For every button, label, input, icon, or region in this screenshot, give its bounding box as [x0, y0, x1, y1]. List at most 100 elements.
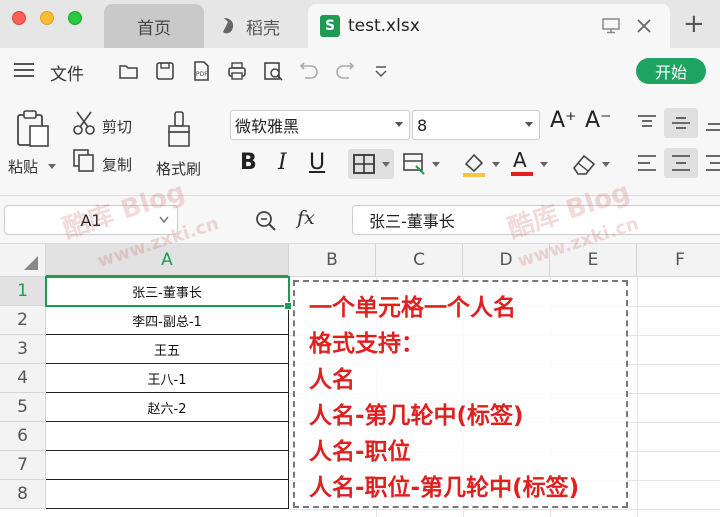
column-header-c[interactable]: C — [376, 244, 463, 277]
cell-a7[interactable] — [46, 451, 289, 480]
note-line: 一个单元格一个人名 — [309, 295, 516, 321]
title-tab-bar: 首页 稻壳 S test.xlsx + — [0, 0, 720, 48]
spreadsheet-grid: A B C D E F 1 2 3 4 5 6 7 8 张三-董事长 李四-副总… — [0, 244, 720, 517]
row-header-1[interactable]: 1 — [0, 277, 46, 306]
print-icon[interactable] — [226, 60, 248, 82]
row-header-7[interactable]: 7 — [0, 451, 46, 480]
monitor-icon[interactable] — [602, 18, 620, 34]
copy-button[interactable]: 复制 — [102, 154, 132, 175]
font-color-dropdown-icon[interactable] — [540, 162, 548, 167]
align-right-icon[interactable] — [704, 154, 720, 172]
align-top-icon[interactable] — [636, 114, 658, 132]
cell-a3[interactable]: 王五 — [46, 335, 289, 364]
align-left-icon[interactable] — [636, 154, 658, 172]
align-center-icon — [672, 155, 690, 171]
note-line: 人名-职位-第几轮中(标签) — [309, 475, 580, 501]
italic-button[interactable]: I — [278, 150, 287, 175]
fill-color-icon[interactable] — [460, 150, 488, 178]
fill-color-dropdown-icon[interactable] — [492, 162, 500, 167]
tab-daoke[interactable]: 稻壳 — [208, 4, 308, 48]
open-folder-icon[interactable] — [118, 60, 140, 82]
chevron-down-icon — [525, 122, 533, 127]
note-line: 人名-职位 — [309, 439, 411, 465]
formula-content: 张三-董事长 — [369, 212, 455, 231]
paste-icon[interactable] — [16, 110, 50, 148]
row-header-6[interactable]: 6 — [0, 422, 46, 451]
cut-button[interactable]: 剪切 — [102, 116, 132, 137]
start-tab-button[interactable]: 开始 — [636, 58, 706, 84]
close-window-button[interactable] — [12, 11, 26, 25]
tab-daoke-label: 稻壳 — [246, 18, 280, 39]
row-header-5[interactable]: 5 — [0, 393, 46, 422]
hamburger-menu-icon[interactable] — [14, 63, 34, 77]
gridline — [637, 277, 638, 517]
column-header-f[interactable]: F — [637, 244, 720, 277]
minimize-window-button[interactable] — [40, 11, 54, 25]
undo-icon[interactable] — [298, 60, 320, 82]
tab-test-xlsx[interactable]: S test.xlsx — [308, 4, 670, 48]
column-header-b[interactable]: B — [289, 244, 376, 277]
scissors-icon[interactable] — [72, 110, 96, 136]
borders-dropdown-icon — [382, 162, 390, 167]
shrink-font-button[interactable]: A⁻ — [585, 108, 612, 133]
active-cell-outline — [45, 276, 290, 307]
align-middle-button[interactable] — [664, 108, 698, 138]
row-header-8[interactable]: 8 — [0, 480, 46, 509]
note-line: 人名-第几轮中(标签) — [309, 403, 524, 429]
font-size-select[interactable]: 8 — [412, 110, 540, 140]
cell-a6[interactable] — [46, 422, 289, 451]
chevron-down-icon — [159, 216, 169, 224]
tab-home[interactable]: 首页 — [104, 4, 204, 48]
close-tab-icon[interactable] — [636, 18, 652, 34]
fill-handle[interactable] — [284, 302, 292, 310]
daoke-icon — [223, 18, 234, 34]
align-bottom-icon[interactable] — [704, 114, 720, 132]
cell-format-icon[interactable] — [402, 152, 428, 176]
bold-button[interactable]: B — [240, 150, 257, 175]
grow-font-button[interactable]: A⁺ — [550, 108, 577, 133]
svg-text:PDF: PDF — [196, 71, 208, 78]
select-all-corner[interactable] — [0, 244, 46, 277]
menu-bar: 文件 PDF 开始 — [0, 48, 720, 94]
instruction-text-box[interactable]: 一个单元格一个人名 格式支持： 人名 人名-第几轮中(标签) 人名-职位 人名-… — [293, 280, 628, 508]
file-menu[interactable]: 文件 — [50, 60, 84, 85]
cell-a8[interactable] — [46, 480, 289, 509]
borders-icon — [353, 154, 375, 174]
borders-button[interactable] — [348, 149, 394, 179]
paste-button[interactable]: 粘贴 — [8, 156, 38, 177]
chevron-down-icon — [395, 122, 403, 127]
underline-button[interactable]: U — [309, 150, 325, 175]
cell-a2[interactable]: 李四-副总-1 — [46, 306, 289, 335]
new-tab-button[interactable]: + — [683, 9, 705, 39]
tab-file-label: test.xlsx — [348, 16, 420, 36]
row-header-3[interactable]: 3 — [0, 335, 46, 364]
row-header-2[interactable]: 2 — [0, 306, 46, 335]
more-chevron-icon[interactable] — [370, 60, 392, 82]
tab-home-label: 首页 — [137, 18, 171, 39]
format-painter-icon[interactable] — [164, 110, 194, 148]
font-family-value: 微软雅黑 — [235, 117, 300, 136]
insert-function-button[interactable]: fx — [297, 207, 315, 229]
redo-icon[interactable] — [334, 60, 356, 82]
maximize-window-button[interactable] — [68, 11, 82, 25]
font-family-select[interactable]: 微软雅黑 — [230, 110, 410, 140]
align-center-button[interactable] — [664, 148, 698, 178]
eraser-icon[interactable] — [570, 152, 598, 176]
print-preview-icon[interactable] — [262, 60, 284, 82]
eraser-dropdown-icon[interactable] — [602, 162, 610, 167]
cell-format-dropdown-icon[interactable] — [432, 162, 440, 167]
cell-a5[interactable]: 赵六-2 — [46, 393, 289, 422]
gridline — [289, 509, 720, 510]
note-line: 格式支持： — [309, 331, 424, 357]
font-color-button[interactable]: A — [513, 148, 527, 172]
copy-icon[interactable] — [72, 148, 96, 174]
row-header-4[interactable]: 4 — [0, 364, 46, 393]
cell-a4[interactable]: 王八-1 — [46, 364, 289, 393]
zoom-search-icon[interactable] — [254, 209, 278, 233]
export-pdf-icon[interactable]: PDF — [190, 60, 212, 82]
paste-dropdown-icon[interactable] — [48, 164, 56, 169]
note-line: 人名 — [309, 367, 355, 393]
save-icon[interactable] — [154, 60, 176, 82]
font-color-swatch — [511, 172, 533, 176]
spreadsheet-icon: S — [320, 15, 340, 37]
